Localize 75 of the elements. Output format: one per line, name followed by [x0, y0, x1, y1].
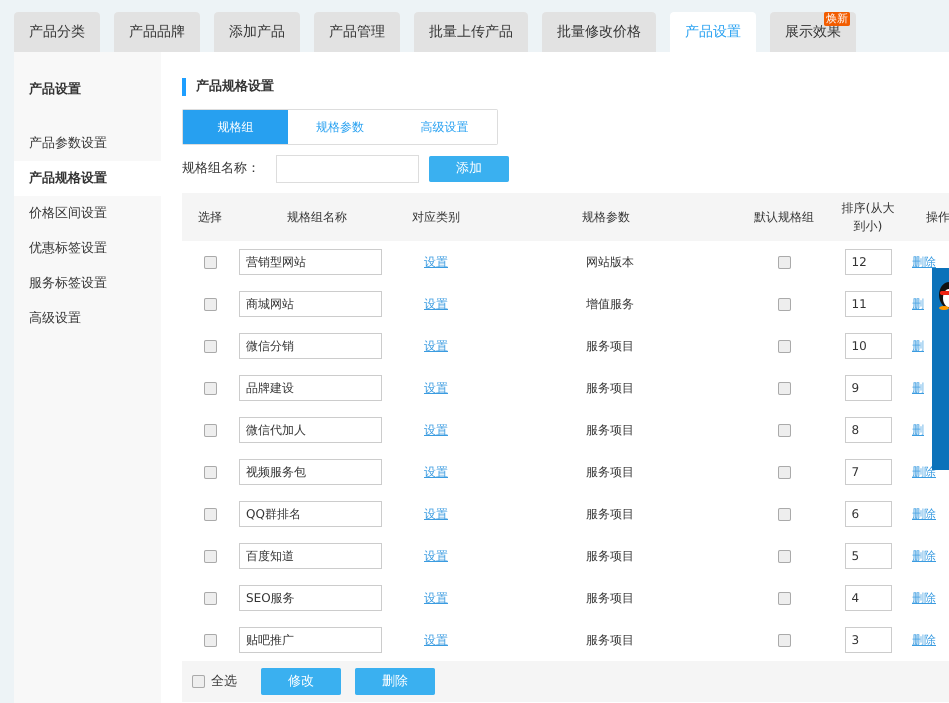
- table-cell: 服务项目: [586, 423, 634, 437]
- new-badge: 焕新: [824, 12, 850, 26]
- order-field[interactable]: 5: [844, 543, 892, 569]
- column-header: 对应类别: [412, 210, 460, 224]
- column-header: 默认规格组: [754, 210, 814, 224]
- table-cell: 增值服务: [586, 297, 634, 311]
- table-cell: 服务项目: [586, 633, 634, 647]
- order-field[interactable]: 7: [844, 459, 892, 485]
- tab[interactable]: 批量上传产品: [414, 12, 528, 52]
- tab[interactable]: 批量修改价格: [542, 12, 656, 52]
- checkbox[interactable]: [778, 592, 790, 606]
- section-title: 产品规格设置: [182, 78, 949, 96]
- order-field[interactable]: 6: [844, 501, 892, 527]
- tab[interactable]: 产品品牌: [114, 12, 200, 52]
- checkbox[interactable]: [778, 424, 790, 438]
- checkbox[interactable]: [778, 340, 790, 354]
- order-field[interactable]: 11: [844, 291, 892, 317]
- name-field[interactable]: 营销型网站: [239, 249, 382, 275]
- checkbox[interactable]: [204, 550, 216, 564]
- checkbox[interactable]: [192, 675, 205, 688]
- checkbox[interactable]: [204, 340, 216, 354]
- column-header: 排序(从大到小): [842, 201, 894, 233]
- checkbox[interactable]: [204, 592, 216, 606]
- name-field[interactable]: 品牌建设: [239, 375, 382, 401]
- order-field[interactable]: 9: [844, 375, 892, 401]
- checkbox[interactable]: [204, 424, 216, 438]
- checkbox[interactable]: [778, 298, 790, 312]
- checkbox[interactable]: [204, 466, 216, 480]
- sidebar-item[interactable]: 产品规格设置: [14, 161, 161, 196]
- order-field[interactable]: 12: [844, 249, 892, 275]
- sidebar-item[interactable]: 价格区间设置: [14, 196, 161, 231]
- name-field[interactable]: 贴吧推广: [239, 627, 382, 653]
- name-input[interactable]: [276, 155, 419, 183]
- order-field[interactable]: 3: [844, 627, 892, 653]
- sidebar-item[interactable]: 服务标签设置: [14, 266, 161, 301]
- checkbox[interactable]: [204, 298, 216, 312]
- name-field[interactable]: 视频服务包: [239, 459, 382, 485]
- tab[interactable]: 添加产品: [214, 12, 300, 52]
- checkbox-label: 全选: [211, 672, 237, 691]
- name-field[interactable]: 商城网站: [239, 291, 382, 317]
- sidebar-item[interactable]: 优惠标签设置: [14, 231, 161, 266]
- checkbox[interactable]: [778, 466, 790, 480]
- column-header: 选择: [198, 210, 222, 224]
- name-field[interactable]: SEO服务: [239, 585, 382, 611]
- order-field[interactable]: 10: [844, 333, 892, 359]
- checkbox[interactable]: [204, 634, 216, 648]
- name-field[interactable]: QQ群排名: [239, 501, 382, 527]
- column-header: 规格组名称: [287, 210, 347, 224]
- sidebar-item[interactable]: 高级设置: [14, 301, 161, 336]
- table-cell: 服务项目: [586, 507, 634, 521]
- order-field[interactable]: 4: [844, 585, 892, 611]
- column-header: 规格参数: [582, 210, 630, 224]
- checkbox[interactable]: [204, 508, 216, 522]
- tab[interactable]: 产品分类: [14, 12, 100, 52]
- sidebar-title: 产品设置: [28, 80, 82, 99]
- checkbox[interactable]: [778, 382, 790, 396]
- tab[interactable]: 产品管理: [314, 12, 400, 52]
- table-cell: 服务项目: [586, 381, 634, 395]
- checkbox[interactable]: [778, 550, 790, 564]
- name-field[interactable]: 百度知道: [239, 543, 382, 569]
- name-field[interactable]: 微信代加人: [239, 417, 382, 443]
- checkbox[interactable]: [778, 256, 790, 270]
- name-field[interactable]: 微信分销: [239, 333, 382, 359]
- checkbox[interactable]: [204, 256, 216, 270]
- checkbox[interactable]: [778, 634, 790, 648]
- checkbox[interactable]: [778, 508, 790, 522]
- table-cell: 服务项目: [586, 591, 634, 605]
- sidebar-item[interactable]: 产品参数设置: [14, 126, 161, 161]
- field-label: 规格组名称：: [182, 160, 261, 178]
- table-cell: 服务项目: [586, 549, 634, 563]
- table-cell: 服务项目: [586, 339, 634, 353]
- table-cell: 网站版本: [586, 255, 634, 269]
- checkbox[interactable]: [204, 382, 216, 396]
- order-field[interactable]: 8: [844, 417, 892, 443]
- table-cell: 服务项目: [586, 465, 634, 479]
